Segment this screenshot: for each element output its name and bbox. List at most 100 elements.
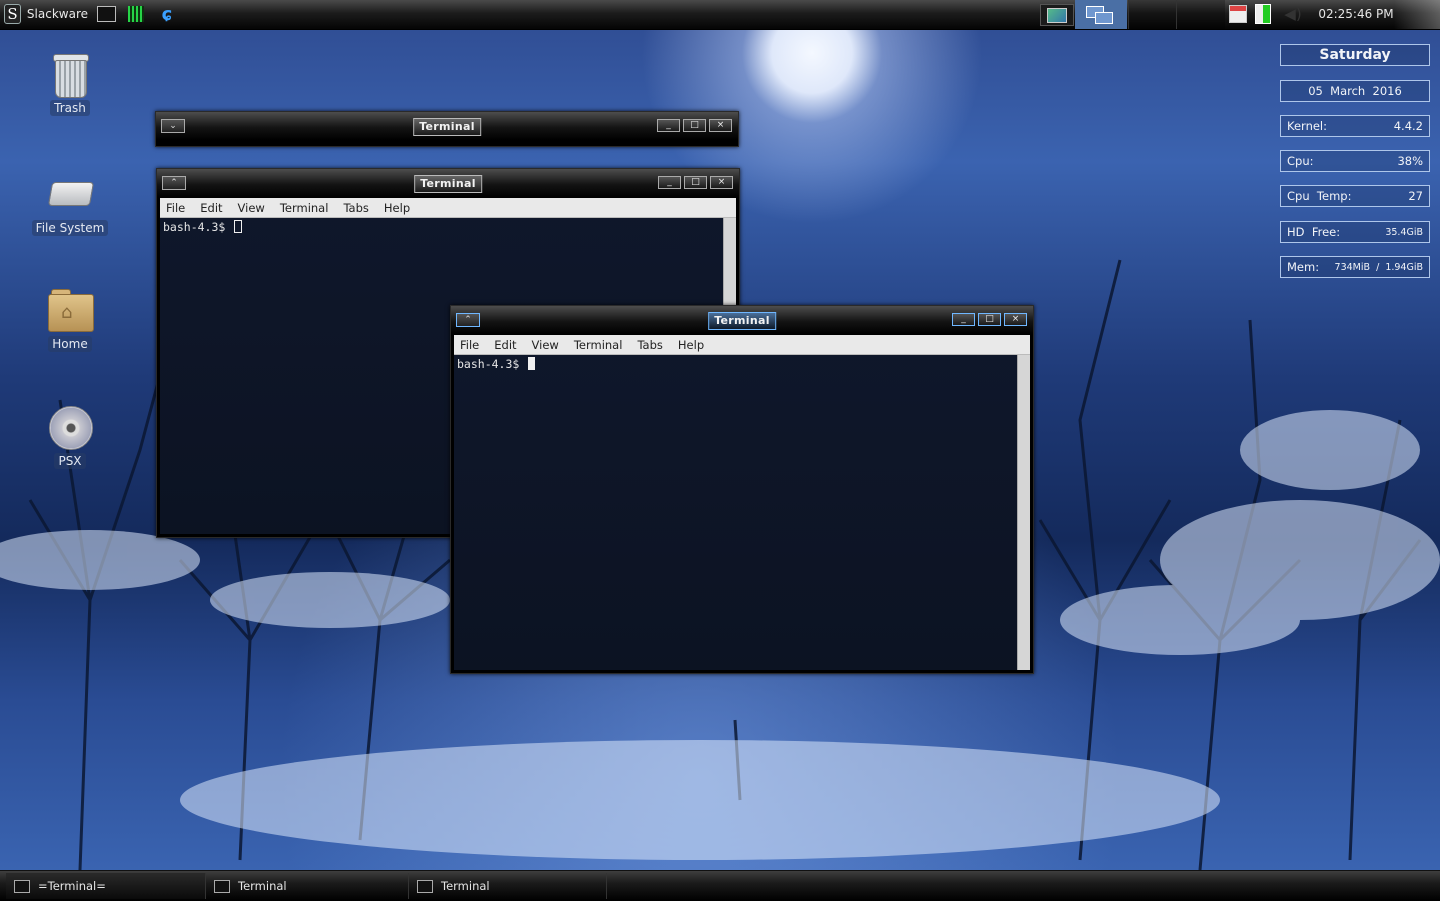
terminal-launcher[interactable] xyxy=(96,3,116,25)
menu-edit[interactable]: Edit xyxy=(200,201,222,215)
workspace-windows-icon xyxy=(1086,5,1116,24)
conky-mem-sep: / xyxy=(1376,261,1380,273)
close-button[interactable]: × xyxy=(710,176,733,189)
workspace-2[interactable] xyxy=(1128,0,1177,29)
desktop-icon-home[interactable]: ⌂ Home xyxy=(25,288,115,352)
browser-icon: ɕ xyxy=(161,3,173,25)
conky-day-box: Saturday xyxy=(1280,44,1430,66)
close-button[interactable]: × xyxy=(709,119,732,132)
taskbar-item-terminal[interactable]: Terminal xyxy=(409,873,607,899)
window-controls: _ □ × xyxy=(952,313,1027,326)
conky-mem-values: 734MiB / 1.94GiB xyxy=(1335,262,1423,273)
titlebar[interactable]: ⌄ Terminal _ □ × xyxy=(156,112,738,140)
conky-kernel-label: Kernel: xyxy=(1287,119,1328,133)
battery-tray-button[interactable] xyxy=(1252,3,1274,25)
conky-hd-value: 35.4GiB xyxy=(1385,226,1423,238)
workspace-3[interactable] xyxy=(1176,0,1225,29)
conky-hd-box: HD Free: 35.4GiB xyxy=(1280,221,1430,243)
minimize-button[interactable]: _ xyxy=(952,313,975,326)
conky-kernel-box: Kernel: 4.4.2 xyxy=(1280,115,1430,137)
desktop-icon-trash[interactable]: Trash xyxy=(25,54,115,116)
conky-mem-total: 1.94GiB xyxy=(1385,261,1423,273)
menu-help[interactable]: Help xyxy=(678,338,704,352)
menu-view[interactable]: View xyxy=(238,201,265,215)
clock[interactable]: 02:25:46 PM xyxy=(1306,3,1406,25)
panel-end-cap xyxy=(1394,0,1440,29)
shell-prompt: bash-4.3$ xyxy=(163,220,226,234)
menu-edit[interactable]: Edit xyxy=(494,338,516,352)
conky-cpu-temp-label: Cpu Temp: xyxy=(1287,189,1352,203)
menu-tabs[interactable]: Tabs xyxy=(637,338,662,352)
terminal-window-shaded[interactable]: ⌄ Terminal _ □ × xyxy=(155,111,739,147)
menu-file[interactable]: File xyxy=(460,338,479,352)
titlebar[interactable]: ⌃ Terminal _ □ × xyxy=(157,169,739,197)
menubar: File Edit View Terminal Tabs Help xyxy=(160,198,736,218)
menu-terminal[interactable]: Terminal xyxy=(574,338,623,352)
taskbar-item-terminal[interactable]: Terminal xyxy=(206,873,409,899)
terminal-icon xyxy=(417,879,433,893)
window-title: Terminal xyxy=(414,175,482,193)
menu-help[interactable]: Help xyxy=(384,201,410,215)
taskbar: =Terminal= Terminal Terminal xyxy=(0,870,1440,901)
clock-text: 02:25:46 PM xyxy=(1318,7,1394,21)
conky-cpu-label: Cpu: xyxy=(1287,154,1314,168)
applications-menu-label: Slackware xyxy=(26,7,88,21)
titlebar[interactable]: ⌃ Terminal _ □ × xyxy=(451,306,1033,334)
conky-date-month: March xyxy=(1330,84,1366,98)
terminal-output[interactable]: bash-4.3$ xyxy=(454,355,1018,670)
volume-icon: ◀) xyxy=(1284,5,1302,23)
taskbar-item-label: Terminal xyxy=(238,879,287,893)
conky-mem-box: Mem: 734MiB / 1.94GiB xyxy=(1280,256,1430,278)
top-panel: S Slackware ɕ ◀) 02:25:46 PM xyxy=(0,0,1440,30)
browser-launcher[interactable]: ɕ xyxy=(157,3,177,25)
home-folder-icon: ⌂ xyxy=(48,288,94,332)
show-desktop-button[interactable] xyxy=(1040,4,1074,26)
menu-terminal[interactable]: Terminal xyxy=(280,201,329,215)
maximize-button[interactable]: □ xyxy=(683,119,706,132)
text-cursor xyxy=(528,357,536,370)
conky-day: Saturday xyxy=(1319,47,1391,63)
window-menu-button[interactable]: ⌄ xyxy=(161,119,185,133)
window-menu-button[interactable]: ⌃ xyxy=(162,176,186,190)
taskbar-item-label: =Terminal= xyxy=(38,879,106,893)
workspace-1[interactable] xyxy=(1075,0,1127,29)
desktop-icon-psx[interactable]: PSX xyxy=(25,405,115,469)
window-controls: _ □ × xyxy=(658,176,733,189)
terminal-icon xyxy=(14,879,30,893)
conky-date-box: 05 March 2016 xyxy=(1280,80,1430,102)
volume-tray-button[interactable]: ◀) xyxy=(1283,3,1303,25)
shell-prompt-line: bash-4.3$ xyxy=(163,220,243,234)
window-controls: _ □ × xyxy=(657,119,732,132)
menu-view[interactable]: View xyxy=(532,338,559,352)
hard-drive-icon xyxy=(47,172,95,216)
conky-mem-used: 734MiB xyxy=(1334,261,1371,273)
minimize-button[interactable]: _ xyxy=(658,176,681,189)
desktop-icon-label: Home xyxy=(48,336,92,352)
conky-cpu-value: 38% xyxy=(1397,154,1423,168)
network-icon xyxy=(1229,5,1247,23)
taskbar-item-terminal-active[interactable]: =Terminal= xyxy=(6,873,206,899)
desktop-icon-file-system[interactable]: File System xyxy=(25,172,115,236)
window-menu-button[interactable]: ⌃ xyxy=(456,313,480,327)
conky-kernel-value: 4.4.2 xyxy=(1393,119,1423,133)
system-monitor-icon xyxy=(128,6,144,22)
close-button[interactable]: × xyxy=(1004,313,1027,326)
conky-date-day: 05 xyxy=(1308,84,1323,98)
desktop-background: S Slackware ɕ ◀) 02:25:46 PM Trash File … xyxy=(0,0,1440,901)
system-monitor-launcher[interactable] xyxy=(126,3,146,25)
conky-date-year: 2016 xyxy=(1372,84,1402,98)
maximize-button[interactable]: □ xyxy=(978,313,1001,326)
text-cursor xyxy=(234,220,243,233)
maximize-button[interactable]: □ xyxy=(684,176,707,189)
applications-menu-button[interactable]: S Slackware xyxy=(4,3,88,25)
menu-file[interactable]: File xyxy=(166,201,185,215)
minimize-button[interactable]: _ xyxy=(657,119,680,132)
terminal-window-front[interactable]: ⌃ Terminal _ □ × File Edit View Terminal… xyxy=(450,305,1034,674)
desktop-icon-label: Trash xyxy=(50,100,90,116)
disc-icon xyxy=(48,405,93,450)
scrollbar[interactable] xyxy=(1017,355,1030,670)
menu-tabs[interactable]: Tabs xyxy=(343,201,368,215)
network-tray-button[interactable] xyxy=(1228,3,1248,25)
terminal-icon xyxy=(96,6,116,22)
desktop-icon-label: File System xyxy=(31,220,109,236)
